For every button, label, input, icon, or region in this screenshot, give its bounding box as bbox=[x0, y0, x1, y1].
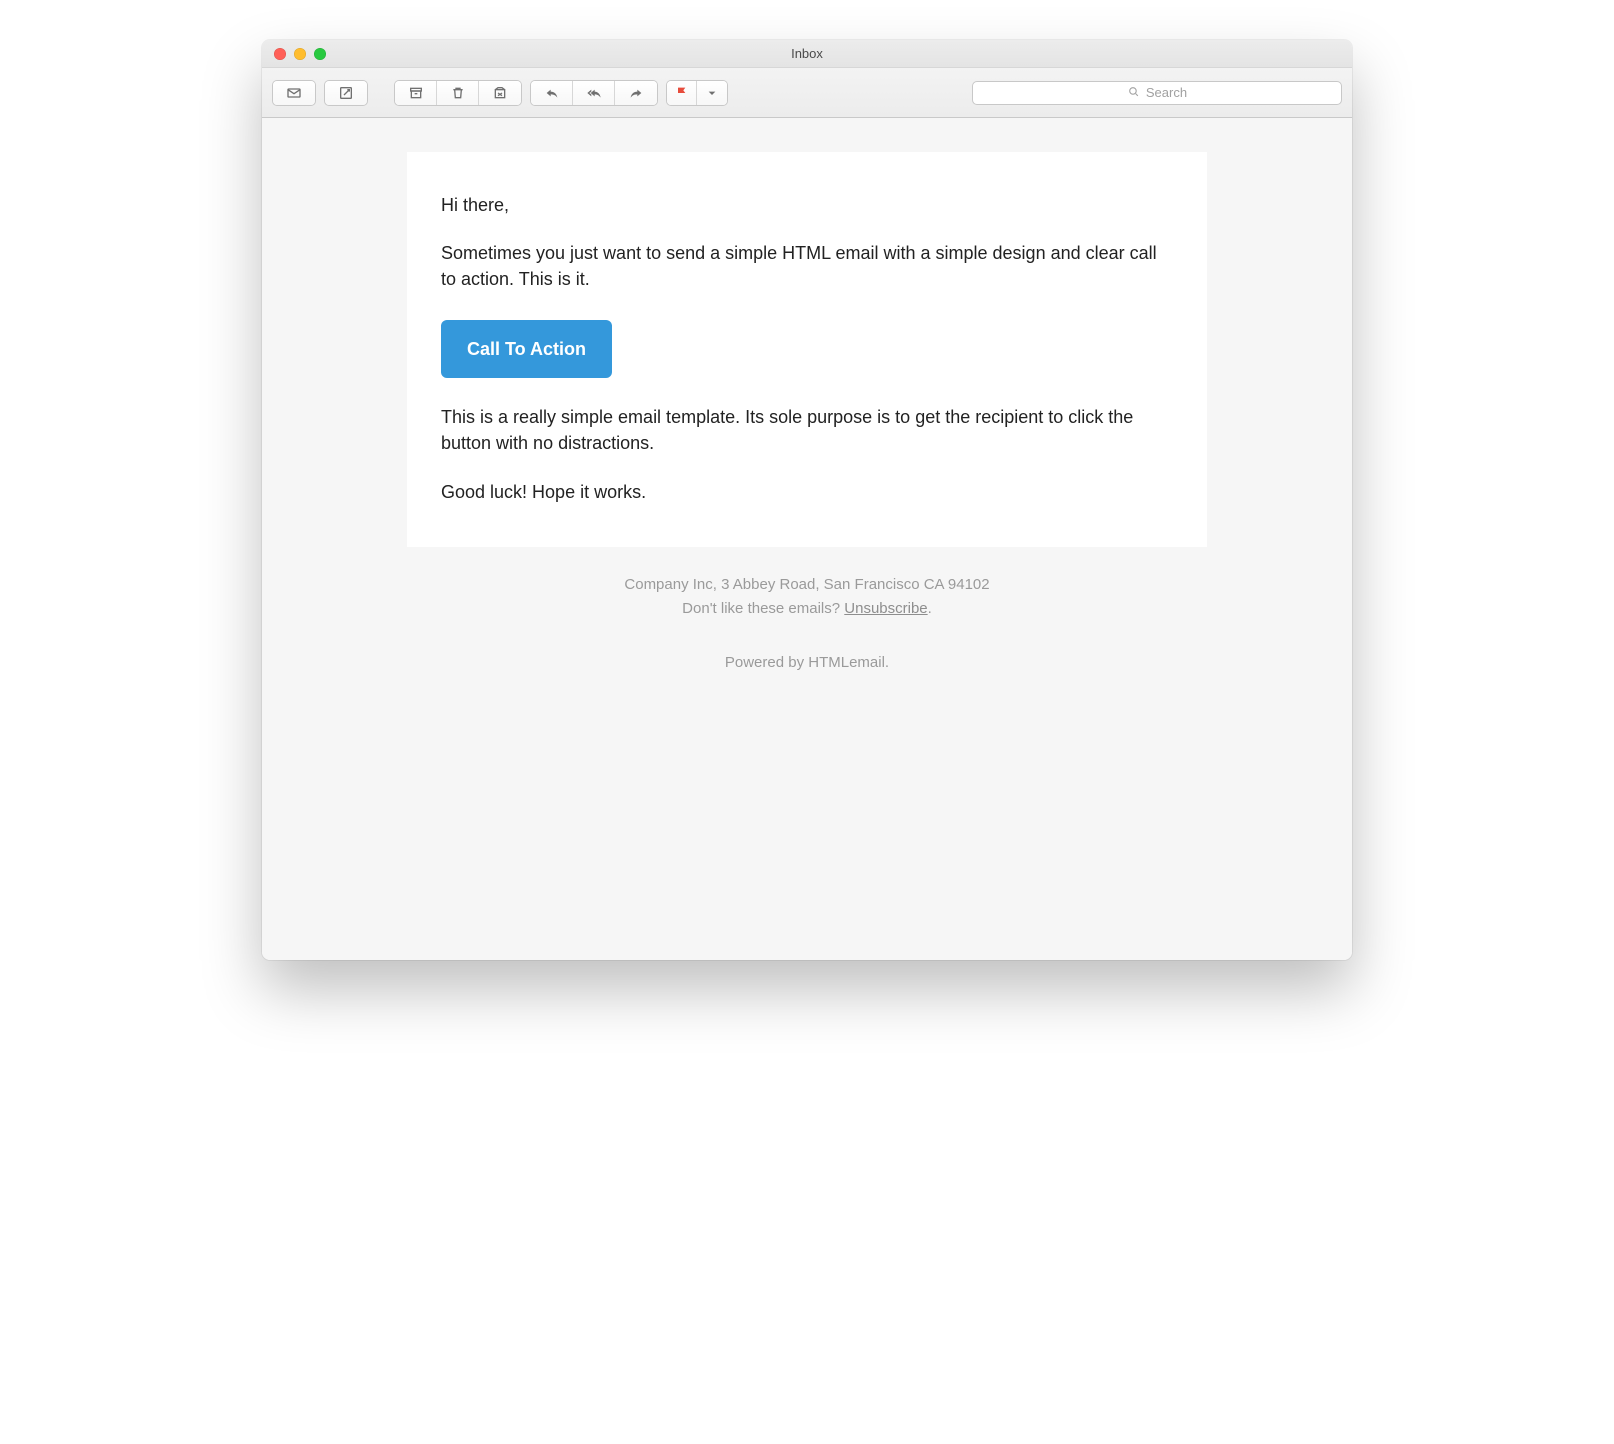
window-title: Inbox bbox=[262, 40, 1352, 68]
trash-icon bbox=[450, 85, 466, 101]
mailbox-group bbox=[272, 80, 316, 106]
archive-button[interactable] bbox=[395, 81, 437, 105]
flag-icon bbox=[674, 85, 690, 101]
compose-icon bbox=[338, 85, 354, 101]
search-field-wrap: Search bbox=[972, 81, 1342, 105]
forward-button[interactable] bbox=[615, 81, 657, 105]
delete-button[interactable] bbox=[437, 81, 479, 105]
cta-button[interactable]: Call To Action bbox=[441, 320, 612, 378]
compose-group bbox=[324, 80, 368, 106]
mail-icon bbox=[286, 85, 302, 101]
organize-group bbox=[394, 80, 522, 106]
get-mail-button[interactable] bbox=[273, 81, 315, 105]
footer-address: Company Inc, 3 Abbey Road, San Francisco… bbox=[417, 573, 1197, 597]
window-controls bbox=[262, 48, 326, 60]
reply-icon bbox=[544, 85, 560, 101]
email-signoff: Good luck! Hope it works. bbox=[441, 479, 1173, 505]
reply-group bbox=[530, 80, 658, 106]
chevron-down-icon bbox=[704, 85, 720, 101]
email-greeting: Hi there, bbox=[441, 192, 1173, 218]
minimize-window-button[interactable] bbox=[294, 48, 306, 60]
email-body: Hi there, Sometimes you just want to sen… bbox=[407, 152, 1207, 547]
search-input[interactable] bbox=[972, 81, 1342, 105]
footer-powered-by: Powered by HTMLemail. bbox=[417, 651, 1197, 675]
message-viewport: Hi there, Sometimes you just want to sen… bbox=[262, 118, 1352, 960]
footer-unsubscribe-line: Don't like these emails? Unsubscribe. bbox=[417, 597, 1197, 621]
flag-group bbox=[666, 80, 728, 106]
compose-button[interactable] bbox=[325, 81, 367, 105]
flag-button[interactable] bbox=[667, 81, 697, 105]
reply-all-icon bbox=[586, 85, 602, 101]
reply-button[interactable] bbox=[531, 81, 573, 105]
email-intro: Sometimes you just want to send a simple… bbox=[441, 240, 1173, 292]
titlebar: Inbox bbox=[262, 40, 1352, 68]
reply-all-button[interactable] bbox=[573, 81, 615, 105]
zoom-window-button[interactable] bbox=[314, 48, 326, 60]
junk-icon bbox=[492, 85, 508, 101]
email-body-text: This is a really simple email template. … bbox=[441, 404, 1173, 456]
toolbar: Search bbox=[262, 68, 1352, 118]
mail-window: Inbox bbox=[262, 40, 1352, 960]
archive-icon bbox=[408, 85, 424, 101]
junk-button[interactable] bbox=[479, 81, 521, 105]
unsubscribe-link[interactable]: Unsubscribe bbox=[844, 600, 927, 617]
forward-icon bbox=[628, 85, 644, 101]
close-window-button[interactable] bbox=[274, 48, 286, 60]
footer-unsub-prefix: Don't like these emails? bbox=[682, 600, 844, 617]
email-footer: Company Inc, 3 Abbey Road, San Francisco… bbox=[407, 547, 1207, 735]
flag-menu-button[interactable] bbox=[697, 81, 727, 105]
footer-unsub-suffix: . bbox=[928, 600, 932, 617]
